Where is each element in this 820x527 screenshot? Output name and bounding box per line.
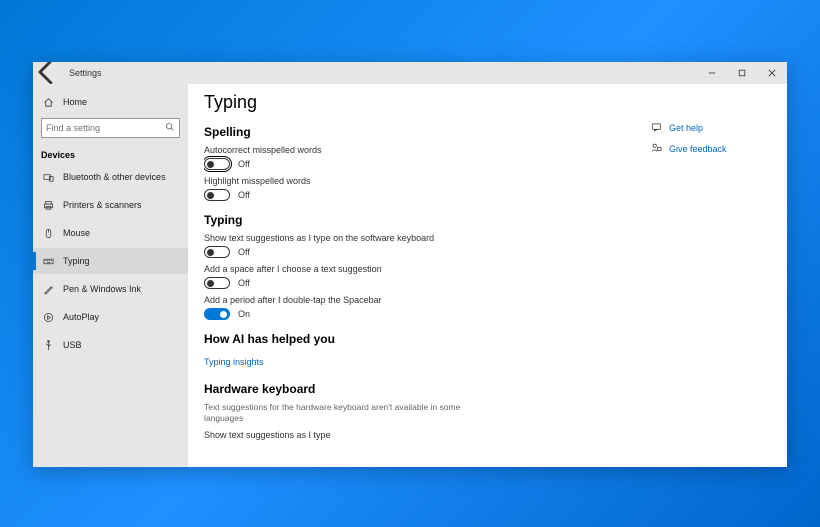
search-input[interactable]	[46, 123, 165, 133]
autocorrect-label: Autocorrect misspelled words	[204, 145, 631, 155]
home-icon	[41, 97, 55, 108]
minimize-button[interactable]	[697, 62, 727, 84]
highlight-state: Off	[238, 190, 250, 200]
section-heading-ai: How AI has helped you	[204, 332, 631, 346]
sidebar-item-usb[interactable]: USB	[33, 332, 188, 358]
search-input-container[interactable]	[41, 118, 180, 138]
keyboard-icon	[41, 256, 55, 267]
sidebar-item-label: Pen & Windows Ink	[63, 284, 141, 294]
hw-suggestions-label: Show text suggestions as I type	[204, 430, 631, 440]
highlight-label: Highlight misspelled words	[204, 176, 631, 186]
typing-insights-link[interactable]: Typing insights	[204, 357, 264, 367]
sidebar-item-label: USB	[63, 340, 82, 350]
page-title: Typing	[204, 92, 631, 113]
printer-icon	[41, 200, 55, 211]
section-heading-hardware: Hardware keyboard	[204, 382, 631, 396]
sidebar-item-typing[interactable]: Typing	[33, 248, 188, 274]
space-state: Off	[238, 278, 250, 288]
search-icon	[165, 119, 175, 137]
sidebar-heading: Devices	[33, 144, 188, 164]
sidebar-item-bluetooth[interactable]: Bluetooth & other devices	[33, 164, 188, 190]
period-toggle[interactable]	[204, 308, 230, 320]
give-feedback-link[interactable]: Give feedback	[651, 143, 771, 154]
usb-icon	[41, 340, 55, 351]
highlight-toggle[interactable]	[204, 189, 230, 201]
sidebar: Home Devices Bluetooth & other devices	[33, 84, 188, 467]
sidebar-item-label: Printers & scanners	[63, 200, 142, 210]
titlebar: Settings	[33, 62, 787, 84]
feedback-label: Give feedback	[669, 144, 727, 154]
space-label: Add a space after I choose a text sugges…	[204, 264, 631, 274]
suggestions-label: Show text suggestions as I type on the s…	[204, 233, 631, 243]
sidebar-item-label: Typing	[63, 256, 90, 266]
feedback-icon	[651, 143, 665, 154]
help-label: Get help	[669, 123, 703, 133]
section-heading-typing: Typing	[204, 213, 631, 227]
autoplay-icon	[41, 312, 55, 323]
sidebar-item-mouse[interactable]: Mouse	[33, 220, 188, 246]
get-help-link[interactable]: Get help	[651, 122, 771, 133]
home-button[interactable]: Home	[33, 90, 188, 114]
sidebar-item-printers[interactable]: Printers & scanners	[33, 192, 188, 218]
period-state: On	[238, 309, 250, 319]
period-label: Add a period after I double-tap the Spac…	[204, 295, 631, 305]
home-label: Home	[63, 97, 87, 107]
main-panel: Typing Spelling Autocorrect misspelled w…	[204, 92, 651, 467]
pen-icon	[41, 284, 55, 295]
maximize-button[interactable]	[727, 62, 757, 84]
sidebar-item-autoplay[interactable]: AutoPlay	[33, 304, 188, 330]
sidebar-item-label: Mouse	[63, 228, 90, 238]
section-heading-spelling: Spelling	[204, 125, 631, 139]
help-icon	[651, 122, 665, 133]
close-button[interactable]	[757, 62, 787, 84]
suggestions-state: Off	[238, 247, 250, 257]
devices-icon	[41, 172, 55, 183]
content-area: Typing Spelling Autocorrect misspelled w…	[188, 84, 787, 467]
sidebar-item-label: AutoPlay	[63, 312, 99, 322]
hardware-desc: Text suggestions for the hardware keyboa…	[204, 402, 484, 424]
settings-window: Settings Home Device	[33, 62, 787, 467]
mouse-icon	[41, 228, 55, 239]
window-title: Settings	[69, 68, 102, 78]
right-panel: Get help Give feedback	[651, 92, 771, 467]
suggestions-toggle[interactable]	[204, 246, 230, 258]
autocorrect-toggle[interactable]	[204, 158, 230, 170]
autocorrect-state: Off	[238, 159, 250, 169]
sidebar-item-label: Bluetooth & other devices	[63, 172, 166, 182]
space-toggle[interactable]	[204, 277, 230, 289]
sidebar-item-pen[interactable]: Pen & Windows Ink	[33, 276, 188, 302]
